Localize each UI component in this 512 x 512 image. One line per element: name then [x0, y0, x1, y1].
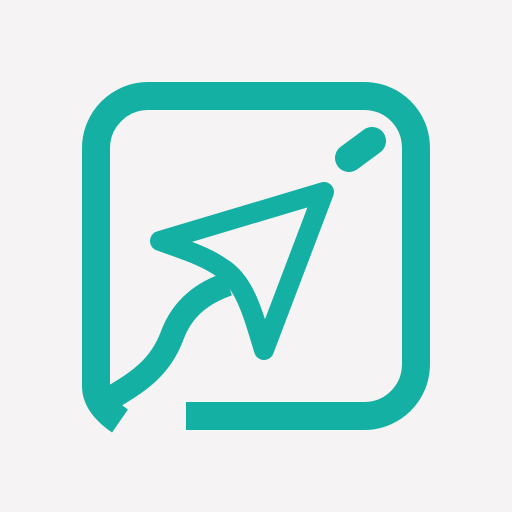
- icon-background: [0, 0, 512, 512]
- app-icon-canvas: [0, 0, 512, 512]
- send-arrow-app-icon: [0, 0, 512, 512]
- frame-dash: [335, 127, 386, 172]
